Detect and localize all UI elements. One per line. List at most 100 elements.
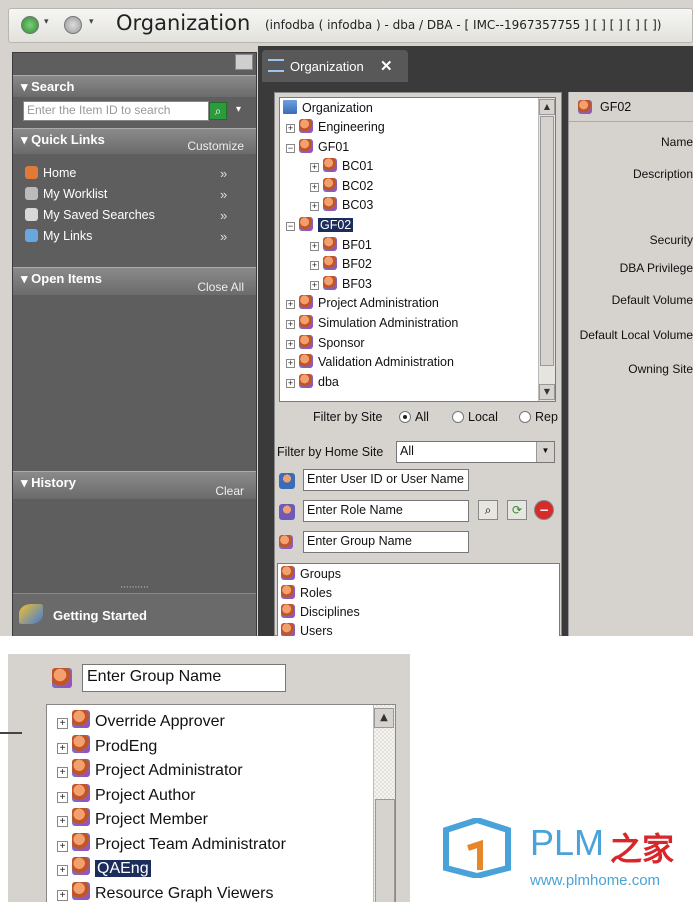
tree-node[interactable]: + Project Administration <box>286 295 439 314</box>
tree-root-organization[interactable]: Organization <box>283 100 373 119</box>
group-name-input[interactable]: Enter Group Name <box>303 531 469 553</box>
category-roles[interactable]: Roles <box>281 585 332 604</box>
forward-dropdown-icon[interactable]: ▾ <box>89 17 94 27</box>
collapse-icon[interactable]: − <box>286 222 295 231</box>
role-name-input[interactable]: Enter Role Name <box>303 500 469 522</box>
expand-icon[interactable]: + <box>310 261 319 271</box>
open-items-section-header[interactable]: ▾ Open Items Close All <box>13 267 256 295</box>
expand-icon[interactable]: + <box>57 840 68 852</box>
chevron-down-icon[interactable]: ▼ <box>536 442 554 462</box>
tree-node[interactable]: + BF01 <box>310 236 372 256</box>
expand-icon[interactable]: + <box>286 300 295 310</box>
customize-link[interactable]: Customize <box>187 139 244 153</box>
clear-history-link[interactable]: Clear <box>215 484 244 498</box>
tree-node[interactable]: + BF03 <box>310 275 372 295</box>
tree-scrollbar[interactable]: ▲ ▼ <box>538 98 555 401</box>
expand-icon[interactable]: + <box>57 742 68 754</box>
expand-icon[interactable]: + <box>286 339 295 349</box>
expand-icon[interactable]: + <box>57 718 68 729</box>
item-id-search-input[interactable]: Enter the Item ID to search <box>23 101 209 121</box>
scroll-up-icon[interactable]: ▲ <box>539 99 555 115</box>
minimize-pane-icon[interactable] <box>235 54 253 70</box>
expand-icon[interactable]: + <box>286 359 295 369</box>
scroll-down-icon[interactable]: ▼ <box>539 384 555 400</box>
role-list-item[interactable]: + Project Member <box>57 808 208 832</box>
scroll-up-icon[interactable]: ▲ <box>374 708 394 728</box>
expand-icon[interactable]: + <box>57 816 68 827</box>
expand-icon[interactable]: + <box>57 865 68 876</box>
expand-icon[interactable]: + <box>310 202 319 212</box>
role-list-item[interactable]: + Project Administrator <box>57 759 243 783</box>
expand-icon[interactable]: + <box>286 320 295 329</box>
tree-node[interactable]: + Simulation Administration <box>286 315 458 334</box>
navigation-pane: ▾ Search Enter the Item ID to search ⌕ ▾… <box>12 52 257 636</box>
user-id-input[interactable]: Enter User ID or User Name <box>303 469 469 491</box>
tree-node[interactable]: − GF01 <box>286 138 349 158</box>
role-list-item[interactable]: + Override Approver <box>57 710 225 734</box>
tree-node[interactable]: + dba <box>286 373 339 393</box>
expand-icon[interactable]: + <box>286 124 295 133</box>
site-option-all[interactable]: All <box>399 410 429 424</box>
quick-links-section-header[interactable]: ▾ Quick Links Customize <box>13 128 256 154</box>
scroll-thumb[interactable] <box>375 799 395 902</box>
category-disciplines[interactable]: Disciplines <box>281 604 360 623</box>
role-list-scrollbar[interactable]: ▲ <box>373 705 395 902</box>
role-list-item[interactable]: + Resource Graph Viewers <box>57 881 273 902</box>
tree-node[interactable]: + Engineering <box>286 119 385 138</box>
role-list-item[interactable]: + QAEng <box>57 857 151 881</box>
history-section-header[interactable]: ▾ History Clear <box>13 471 256 499</box>
quick-links-header-label: Quick Links <box>31 132 105 147</box>
expand-icon[interactable]: + <box>310 163 319 173</box>
category-users[interactable]: Users <box>281 623 333 636</box>
quick-link-home[interactable]: Home » <box>25 166 227 181</box>
tree-node[interactable]: + BC01 <box>310 158 373 177</box>
clear-icon[interactable]: − <box>534 500 554 520</box>
search-options-dropdown-icon[interactable]: ▾ <box>236 104 241 115</box>
expand-icon[interactable]: + <box>286 378 295 388</box>
role-list-item[interactable]: + Project Author <box>57 783 196 808</box>
tree-node[interactable]: + BC03 <box>310 197 373 216</box>
getting-started-bar[interactable]: Getting Started <box>13 593 256 636</box>
forward-icon[interactable] <box>64 16 82 34</box>
expand-icon[interactable]: + <box>57 767 68 778</box>
tree-node[interactable]: − GF02 <box>286 217 354 236</box>
expand-icon[interactable]: + <box>310 241 319 251</box>
tree-node[interactable]: + Sponsor <box>286 334 365 354</box>
tree-node[interactable]: + Validation Administration <box>286 354 454 373</box>
back-dropdown-icon[interactable]: ▾ <box>44 17 49 27</box>
site-option-replica[interactable]: Rep <box>519 410 558 424</box>
expand-icon[interactable]: + <box>310 182 319 192</box>
organization-tree: Organization + Engineering − GF01 + BC01 + BC02… <box>279 97 556 402</box>
refresh-icon[interactable]: ⟳ <box>507 500 527 520</box>
tab-organization[interactable]: Organization ✕ <box>262 50 408 82</box>
expand-icon[interactable]: + <box>57 791 68 803</box>
group-icon <box>299 373 313 388</box>
quick-link-my-links[interactable]: My Links » <box>25 229 227 244</box>
role-icon <box>72 759 90 777</box>
close-all-link[interactable]: Close All <box>197 280 244 294</box>
home-site-select[interactable]: All ▼ <box>396 441 555 463</box>
role-list-item[interactable]: + Project Team Administrator <box>57 832 286 857</box>
tree-node[interactable]: + BF02 <box>310 256 372 275</box>
back-icon[interactable] <box>21 16 39 34</box>
expand-icon[interactable]: + <box>310 280 319 290</box>
resize-grip[interactable]: ·········· <box>13 584 256 593</box>
role-label: Project Member <box>95 811 208 828</box>
role-icon <box>281 585 295 599</box>
search-section-header[interactable]: ▾ Search <box>13 75 256 97</box>
site-option-local[interactable]: Local <box>452 410 498 424</box>
scroll-thumb[interactable] <box>540 116 554 366</box>
search-icon[interactable]: ⌕ <box>209 102 227 120</box>
collapse-icon[interactable]: − <box>286 143 295 153</box>
quick-link-my-saved-searches[interactable]: My Saved Searches » <box>25 208 227 223</box>
quick-link-my-worklist[interactable]: My Worklist » <box>25 187 227 202</box>
expand-icon[interactable]: + <box>57 889 68 901</box>
tree-node[interactable]: + BC02 <box>310 177 373 197</box>
close-tab-icon[interactable]: ✕ <box>380 57 393 75</box>
group-name-input[interactable]: Enter Group Name <box>82 664 286 692</box>
role-list-item[interactable]: + ProdEng <box>57 734 157 759</box>
filter-by-home-site-label: Filter by Home Site <box>277 445 384 459</box>
search-icon[interactable]: ⌕ <box>478 500 498 520</box>
category-label: Roles <box>300 586 332 600</box>
category-groups[interactable]: Groups <box>281 566 341 585</box>
